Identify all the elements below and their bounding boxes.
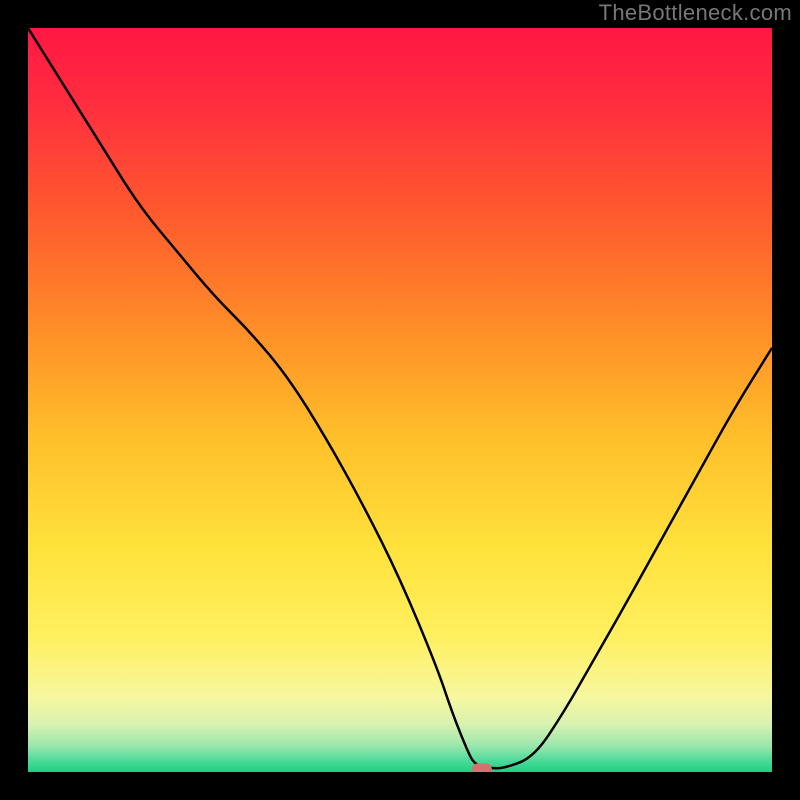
gradient-background — [28, 28, 772, 772]
chart-frame: TheBottleneck.com — [0, 0, 800, 800]
optimal-marker — [472, 764, 492, 772]
plot-area — [28, 28, 772, 772]
watermark-text: TheBottleneck.com — [599, 0, 792, 26]
